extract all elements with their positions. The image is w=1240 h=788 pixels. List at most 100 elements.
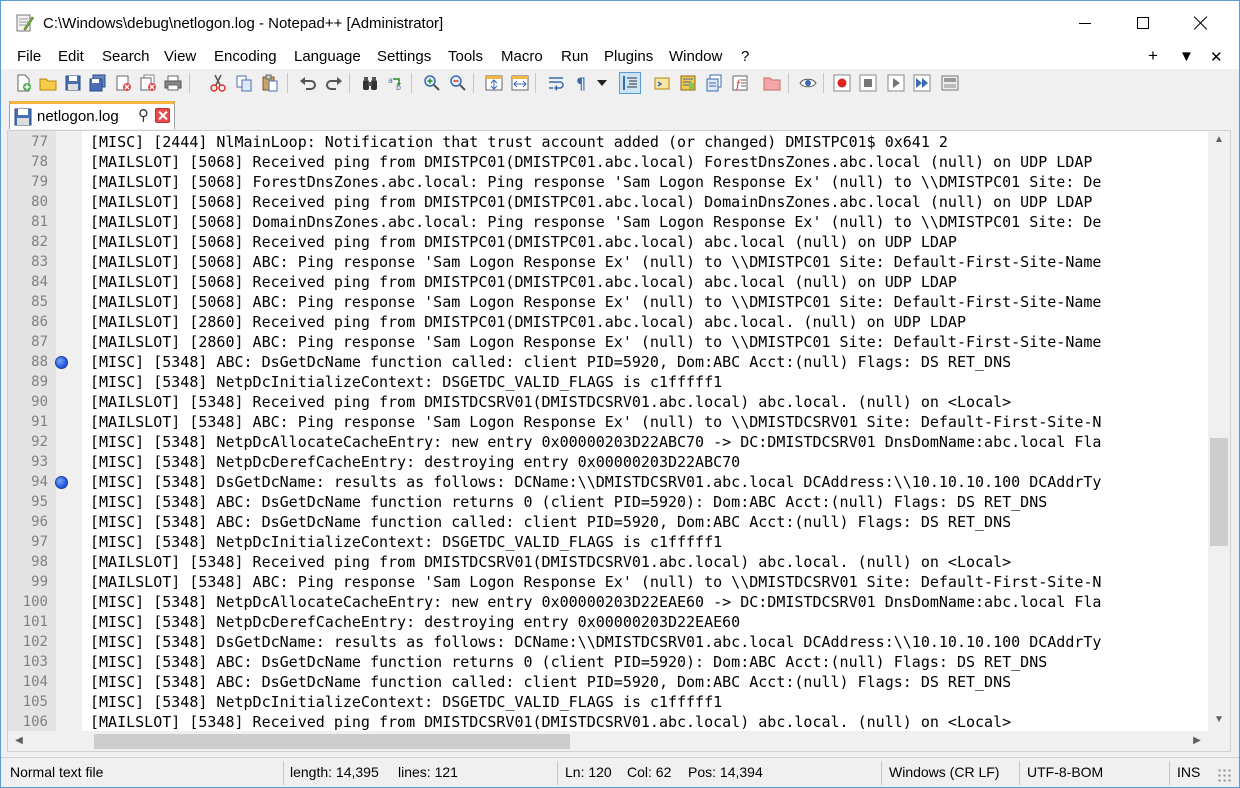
- document-list-button[interactable]: [703, 72, 725, 94]
- word-wrap-button[interactable]: [545, 72, 567, 94]
- menu-edit[interactable]: Edit: [58, 48, 84, 65]
- code-line[interactable]: 83 [MAILSLOT] [5068] ABC: Ping response '…: [8, 252, 1208, 272]
- bookmark-icon[interactable]: [55, 356, 68, 369]
- sync-horizontal-button[interactable]: [509, 72, 531, 94]
- code-line[interactable]: 100 [MISC] [5348] NetpDcAllocateCacheEntr…: [8, 592, 1208, 612]
- save-all-button[interactable]: [87, 72, 109, 94]
- code-line[interactable]: 91 [MAILSLOT] [5348] ABC: Ping response '…: [8, 412, 1208, 432]
- code-line[interactable]: 102 [MISC] [5348] DsGetDcName: results as…: [8, 632, 1208, 652]
- copy-button[interactable]: [233, 72, 255, 94]
- user-language-button[interactable]: [651, 72, 673, 94]
- show-symbol-dropdown[interactable]: [595, 72, 609, 94]
- zoom-out-button[interactable]: [447, 72, 469, 94]
- code-line[interactable]: 106 [MAILSLOT] [5348] Received ping from …: [8, 712, 1208, 732]
- code-line[interactable]: 92 [MISC] [5348] NetpDcAllocateCacheEntry…: [8, 432, 1208, 452]
- close-tab-button[interactable]: ✕: [1210, 48, 1223, 66]
- indent-guide-button[interactable]: [619, 72, 641, 94]
- menu-window[interactable]: Window: [669, 48, 722, 65]
- code-line[interactable]: 97 [MISC] [5348] NetpDcInitializeContext:…: [8, 532, 1208, 552]
- code-line[interactable]: 78 [MAILSLOT] [5068] Received ping from D…: [8, 152, 1208, 172]
- code-line[interactable]: 96 [MISC] [5348] ABC: DsGetDcName functio…: [8, 512, 1208, 532]
- zoom-in-button[interactable]: [421, 72, 443, 94]
- menu-search[interactable]: Search: [102, 48, 150, 65]
- scroll-left-arrow-icon[interactable]: ◀: [12, 734, 26, 748]
- sync-vertical-button[interactable]: [483, 72, 505, 94]
- bookmark-icon[interactable]: [55, 476, 68, 489]
- code-line[interactable]: 103 [MISC] [5348] ABC: DsGetDcName functi…: [8, 652, 1208, 672]
- code-line[interactable]: 98 [MAILSLOT] [5348] Received ping from D…: [8, 552, 1208, 572]
- resize-grip-icon[interactable]: [1217, 768, 1233, 784]
- status-insert-mode[interactable]: INS: [1177, 758, 1200, 787]
- pin-icon[interactable]: ⚲: [138, 106, 149, 124]
- tab-close-icon[interactable]: [155, 108, 170, 123]
- minimize-button[interactable]: [1056, 1, 1114, 45]
- function-list-button[interactable]: f: [729, 72, 751, 94]
- cut-button[interactable]: [207, 72, 229, 94]
- vertical-scrollbar[interactable]: [1208, 131, 1230, 731]
- close-file-button[interactable]: [112, 72, 134, 94]
- code-line[interactable]: 88 [MISC] [5348] ABC: DsGetDcName functio…: [8, 352, 1208, 372]
- menu-encoding[interactable]: Encoding: [214, 48, 277, 65]
- scroll-down-arrow-icon[interactable]: ▼: [1212, 713, 1226, 727]
- redo-button[interactable]: [323, 72, 345, 94]
- editor-lines[interactable]: 77 [MISC] [2444] NlMainLoop: Notification…: [8, 132, 1208, 732]
- tab-list-button[interactable]: ▼: [1179, 48, 1194, 65]
- menu-help[interactable]: ?: [741, 48, 749, 65]
- code-line[interactable]: 81 [MAILSLOT] [5068] DomainDnsZones.abc.l…: [8, 212, 1208, 232]
- editor-area[interactable]: 77 [MISC] [2444] NlMainLoop: Notification…: [7, 130, 1231, 752]
- show-all-characters-button[interactable]: ¶: [571, 72, 593, 94]
- code-line[interactable]: 82 [MAILSLOT] [5068] Received ping from D…: [8, 232, 1208, 252]
- code-line[interactable]: 99 [MAILSLOT] [5348] ABC: Ping response '…: [8, 572, 1208, 592]
- close-window-button[interactable]: [1172, 1, 1230, 45]
- code-line[interactable]: 86 [MAILSLOT] [2860] Received ping from D…: [8, 312, 1208, 332]
- run-macro-multiple-button[interactable]: [911, 72, 933, 94]
- undo-button[interactable]: [297, 72, 319, 94]
- scroll-right-arrow-icon[interactable]: ▶: [1190, 734, 1204, 748]
- code-line[interactable]: 79 [MAILSLOT] [5068] ForestDnsZones.abc.l…: [8, 172, 1208, 192]
- maximize-button[interactable]: [1114, 1, 1172, 45]
- folder-as-workspace-button[interactable]: [761, 72, 783, 94]
- menu-file[interactable]: File: [17, 48, 41, 65]
- menu-language[interactable]: Language: [294, 48, 361, 65]
- save-button[interactable]: [62, 72, 84, 94]
- status-encoding[interactable]: UTF-8-BOM: [1027, 758, 1103, 787]
- monitoring-button[interactable]: [797, 72, 819, 94]
- new-file-button[interactable]: [12, 72, 34, 94]
- menu-view[interactable]: View: [164, 48, 196, 65]
- menu-tools[interactable]: Tools: [448, 48, 483, 65]
- code-line[interactable]: 84 [MAILSLOT] [5068] Received ping from D…: [8, 272, 1208, 292]
- code-line[interactable]: 80 [MAILSLOT] [5068] Received ping from D…: [8, 192, 1208, 212]
- horizontal-scroll-thumb[interactable]: [94, 734, 570, 749]
- find-button[interactable]: [359, 72, 381, 94]
- code-line[interactable]: 101 [MISC] [5348] NetpDcDerefCacheEntry: …: [8, 612, 1208, 632]
- code-line[interactable]: 90 [MAILSLOT] [5348] Received ping from D…: [8, 392, 1208, 412]
- status-eol-format[interactable]: Windows (CR LF): [889, 758, 999, 787]
- vertical-scroll-thumb[interactable]: [1210, 438, 1228, 546]
- print-button[interactable]: [162, 72, 184, 94]
- close-all-button[interactable]: [137, 72, 159, 94]
- scroll-up-arrow-icon[interactable]: ▲: [1212, 133, 1226, 147]
- code-line[interactable]: 105 [MISC] [5348] NetpDcInitializeContext…: [8, 692, 1208, 712]
- code-line[interactable]: 85 [MAILSLOT] [5068] ABC: Ping response '…: [8, 292, 1208, 312]
- play-macro-button[interactable]: [885, 72, 907, 94]
- menu-macro[interactable]: Macro: [501, 48, 543, 65]
- save-macro-button[interactable]: [939, 72, 961, 94]
- document-map-button[interactable]: [677, 72, 699, 94]
- code-line[interactable]: 95 [MISC] [5348] ABC: DsGetDcName functio…: [8, 492, 1208, 512]
- code-line[interactable]: 93 [MISC] [5348] NetpDcDerefCacheEntry: d…: [8, 452, 1208, 472]
- code-line[interactable]: 77 [MISC] [2444] NlMainLoop: Notification…: [8, 132, 1208, 152]
- code-line[interactable]: 104 [MISC] [5348] ABC: DsGetDcName functi…: [8, 672, 1208, 692]
- menu-plugins[interactable]: Plugins: [604, 48, 653, 65]
- record-macro-button[interactable]: [831, 72, 853, 94]
- menu-run[interactable]: Run: [561, 48, 589, 65]
- new-tab-button[interactable]: +: [1148, 46, 1158, 66]
- code-line[interactable]: 87 [MAILSLOT] [2860] ABC: Ping response '…: [8, 332, 1208, 352]
- menu-settings[interactable]: Settings: [377, 48, 431, 65]
- open-file-button[interactable]: [37, 72, 59, 94]
- replace-button[interactable]: ab: [385, 72, 407, 94]
- paste-button[interactable]: [259, 72, 281, 94]
- code-line[interactable]: 94 [MISC] [5348] DsGetDcName: results as …: [8, 472, 1208, 492]
- code-line[interactable]: 89 [MISC] [5348] NetpDcInitializeContext:…: [8, 372, 1208, 392]
- tab-netlogon-log[interactable]: netlogon.log ⚲: [9, 101, 175, 129]
- stop-macro-button[interactable]: [857, 72, 879, 94]
